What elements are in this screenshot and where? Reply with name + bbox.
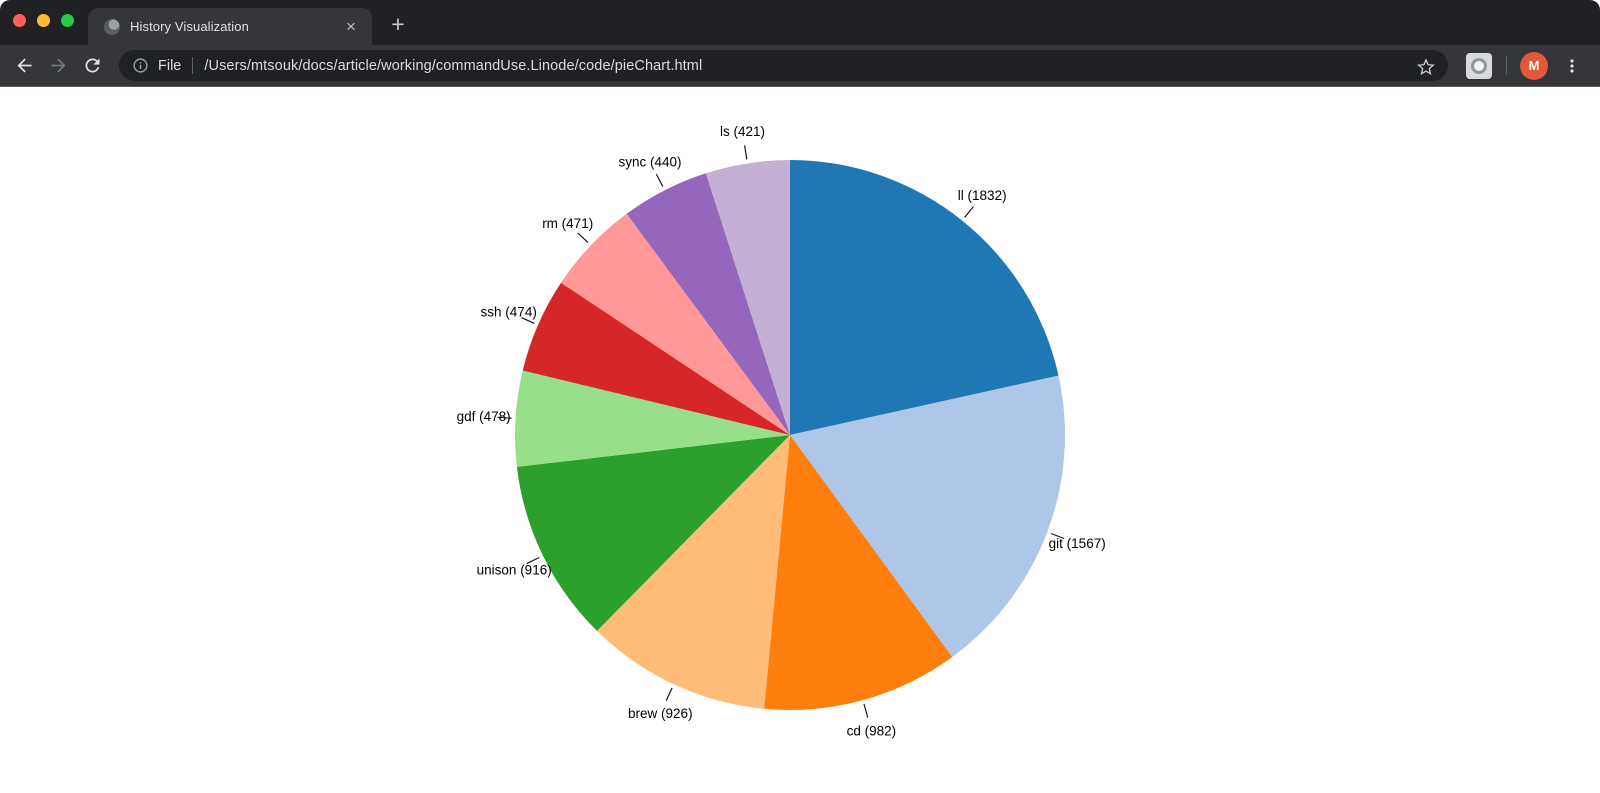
pie-label-tick — [745, 146, 747, 160]
macos-close-button[interactable] — [13, 14, 26, 27]
new-tab-button[interactable]: + — [384, 11, 412, 39]
pie-slice-label-brew: brew (926) — [628, 706, 693, 721]
pie-slice-label-cd: cd (982) — [847, 724, 897, 739]
toolbar-separator — [1506, 56, 1507, 75]
address-bar[interactable]: File /Users/mtsouk/docs/article/working/… — [119, 50, 1448, 81]
profile-avatar[interactable]: M — [1520, 52, 1548, 80]
reload-button[interactable] — [75, 49, 109, 83]
pie-slice-label-ll: ll (1832) — [958, 188, 1007, 203]
tab-favicon-icon — [104, 19, 120, 35]
page-content: ll (1832) git (1567) cd (982) brew (926) uni… — [0, 87, 1600, 793]
tab-title: History Visualization — [130, 19, 342, 34]
forward-arrow-icon — [48, 55, 69, 76]
macos-zoom-button[interactable] — [61, 14, 74, 27]
pie-label-tick — [656, 174, 662, 187]
back-button[interactable] — [7, 49, 41, 83]
macos-minimize-button[interactable] — [37, 14, 50, 27]
kebab-menu-icon — [1562, 56, 1582, 76]
pie-label-tick — [578, 233, 588, 243]
reload-icon — [82, 55, 103, 76]
forward-button[interactable] — [41, 49, 75, 83]
bookmark-button[interactable] — [1412, 52, 1440, 80]
tab-strip: History Visualization × + — [0, 0, 1600, 45]
back-arrow-icon — [14, 55, 35, 76]
pie-slice-label-git: git (1567) — [1049, 536, 1106, 551]
url-text[interactable]: /Users/mtsouk/docs/article/working/comma… — [204, 58, 1412, 74]
browser-toolbar: File /Users/mtsouk/docs/article/working/… — [0, 45, 1600, 87]
pie-slice-label-ssh: ssh (474) — [481, 305, 537, 320]
pie-label-tick — [864, 704, 868, 718]
extension-button[interactable] — [1466, 53, 1492, 79]
pie-slice-label-sync: sync (440) — [618, 154, 681, 169]
browser-menu-button[interactable] — [1558, 52, 1586, 80]
pie-slice-label-gdf: gdf (478) — [457, 409, 511, 424]
url-separator — [192, 57, 193, 74]
browser-tab[interactable]: History Visualization × — [88, 8, 372, 45]
pie-slice-label-ls: ls (421) — [720, 124, 765, 139]
url-scheme-label: File — [158, 58, 181, 74]
pie-label-tick — [666, 688, 672, 701]
pie-chart: ll (1832) git (1567) cd (982) brew (926) uni… — [0, 87, 1600, 793]
pie-slice-label-unison: unison (916) — [477, 562, 552, 577]
extension-logo-icon — [1471, 58, 1487, 74]
pie-slice-label-rm: rm (471) — [542, 216, 593, 231]
page-info-icon[interactable] — [132, 57, 149, 74]
star-icon — [1416, 56, 1436, 76]
tab-close-icon[interactable]: × — [342, 18, 360, 36]
pie-label-tick — [965, 207, 974, 218]
